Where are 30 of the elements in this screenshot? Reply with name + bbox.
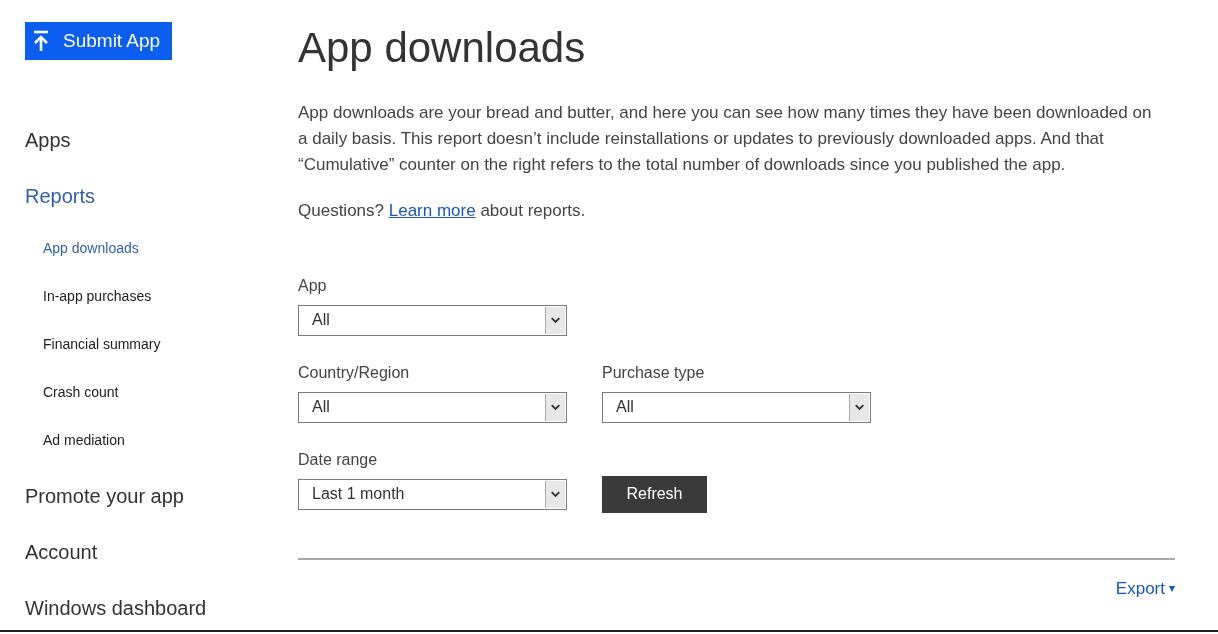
sidebar-item[interactable]: Apps: [25, 112, 298, 168]
description-paragraph: App downloads are your bread and butter, and here you can see how many times they have been downloaded on a daily basis. This report doesn’t include reinstallations or updates to previously downloaded apps. And that “Cumulative” counter on the right refers to the total number of downloads since you published the app.: [298, 102, 1153, 176]
dropdown[interactable]: All: [602, 391, 871, 423]
export-menu[interactable]: Export ▾: [1115, 575, 1175, 601]
field-label: Purchase type: [602, 362, 706, 383]
sidebar-item[interactable]: Windows dashboard: [25, 580, 298, 630]
sidebar-item[interactable]: Account: [25, 524, 298, 580]
upload-icon: [33, 30, 49, 52]
field-label: Country/Region: [298, 362, 411, 383]
sidebar-subitem[interactable]: Financial summary: [25, 320, 298, 368]
sidebar-subitem[interactable]: Crash count: [25, 368, 298, 416]
field-label: App: [298, 275, 328, 296]
dropdown[interactable]: Last 1 month: [298, 478, 567, 510]
refresh-button[interactable]: Refresh: [602, 475, 707, 513]
page-title: App downloads: [298, 23, 587, 73]
dropdown[interactable]: All: [298, 304, 567, 336]
chevron-down-icon: [849, 393, 869, 421]
learn-more-link[interactable]: Learn more: [388, 201, 476, 220]
sidebar-subitem[interactable]: App downloads: [25, 224, 298, 272]
dropdown[interactable]: All: [298, 391, 567, 423]
sidebar-subitem[interactable]: Ad mediation: [25, 416, 298, 464]
field-label: Date range: [298, 449, 379, 470]
questions-text: Questions? Learn more about reports.: [298, 200, 587, 222]
chevron-down-icon: [545, 393, 565, 421]
sidebar-subitem[interactable]: In-app purchases: [25, 272, 298, 320]
sidebar-item[interactable]: Promote your app: [25, 468, 298, 524]
sidebar-item[interactable]: Reports: [25, 168, 298, 224]
chevron-down-icon: [545, 480, 565, 508]
submit-app-button[interactable]: Submit App: [25, 22, 173, 60]
chevron-down-icon: [545, 306, 565, 334]
